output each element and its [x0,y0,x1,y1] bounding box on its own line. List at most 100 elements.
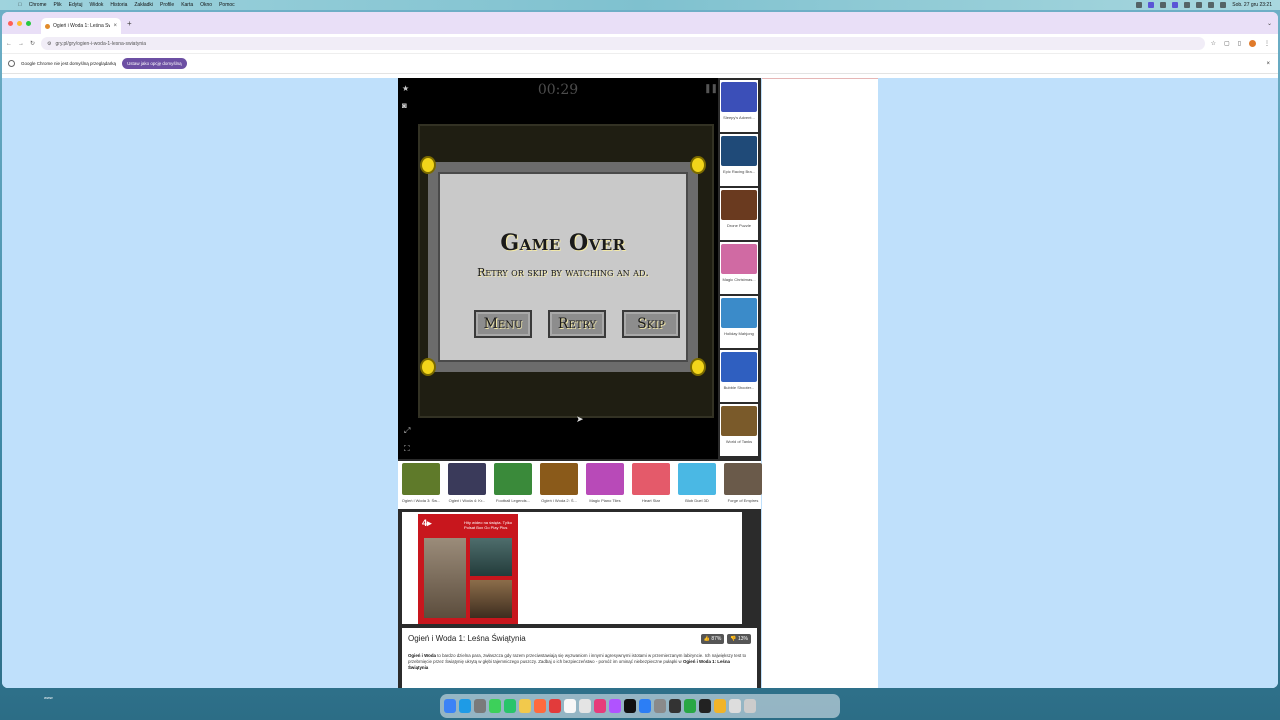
app-icon[interactable] [699,699,711,713]
back-icon[interactable]: ← [6,41,12,47]
bottom-game-card[interactable]: Ogień i Woda 3: Św... [400,463,442,507]
calendar-icon[interactable] [549,699,561,713]
new-tab-icon[interactable]: + [127,19,132,28]
game-thumbnail[interactable] [721,244,757,274]
game-thumbnail[interactable] [540,463,578,495]
game-thumbnail[interactable] [632,463,670,495]
minimize-window-button[interactable] [17,20,22,26]
trash-icon[interactable] [744,699,756,713]
desktop-label[interactable]: www [44,695,53,700]
sidebar-icon[interactable]: ▯ [1238,40,1241,47]
side-game-card[interactable]: Magic Christmas... [720,242,758,294]
like-button[interactable]: 👍 87% [700,634,725,644]
site-info-icon[interactable]: ⚙ [47,41,51,47]
game-thumbnail[interactable] [721,352,757,382]
url-text[interactable]: gry.pl/gry/ogien-i-woda-1-lesna-swiatyni… [56,41,147,47]
game-label[interactable]: Drone Puzzle [721,223,757,228]
menu-karta[interactable]: Karta [181,2,193,8]
gamepad-icon[interactable]: ◙ [402,101,409,110]
close-tab-icon[interactable]: × [113,23,117,29]
menu-profile[interactable]: Profile [160,2,174,8]
bottom-game-card[interactable]: Forge of Empires [722,463,764,507]
bottom-game-card[interactable]: Ogień i Woda 4: Kr... [446,463,488,507]
status-icon[interactable] [1160,2,1167,8]
photos-icon[interactable] [534,699,546,713]
game-label[interactable]: Heart Star [630,498,672,503]
fullscreen-icon[interactable]: ⛶ [404,444,410,454]
favorite-star-icon[interactable]: ★ [402,84,409,93]
launchpad-icon[interactable] [474,699,486,713]
notes-icon[interactable] [519,699,531,713]
extensions-icon[interactable]: ▢ [1224,40,1230,47]
game-thumbnail[interactable] [721,136,757,166]
terminal-icon[interactable] [669,699,681,713]
profile-avatar[interactable] [1249,40,1256,47]
menu-plik[interactable]: Plik [54,2,62,8]
game-thumbnail[interactable] [586,463,624,495]
ad-banner[interactable]: 4▸ Hity wideo na święta. Tylko Polsat Bo… [418,514,518,624]
finder-icon[interactable] [444,699,456,713]
side-game-card[interactable]: Holiday Mahjong [720,296,758,348]
settings-icon[interactable] [654,699,666,713]
game-label[interactable]: World of Tanks [721,439,757,444]
bookmark-star-icon[interactable]: ☆ [1211,40,1216,47]
menu-widok[interactable]: Widok [90,2,104,8]
game-thumbnail[interactable] [724,463,762,495]
status-icon[interactable] [1136,2,1143,8]
side-game-card[interactable]: Sleepy's Advent... [720,80,758,132]
podcasts-icon[interactable] [609,699,621,713]
resize-icon[interactable]: ⤢ [404,426,410,436]
retry-button[interactable]: Retry [548,310,606,338]
wifi-icon[interactable] [1196,2,1203,8]
game-label[interactable]: Sleepy's Advent... [721,115,757,120]
skip-button[interactable]: Skip [622,310,680,338]
forward-icon[interactable]: → [18,41,24,47]
game-frame[interactable]: ★ ◙ 00:29 ❚❚ Game Over Retry or skip by … [398,78,718,459]
game-label[interactable]: Holiday Mahjong [721,331,757,336]
menu-okno[interactable]: Okno [200,2,212,8]
bottom-game-card[interactable]: Football Legends... [492,463,534,507]
game-label[interactable]: Epic Racing Bra... [721,169,757,174]
game-label[interactable]: Bubble Shooter... [721,385,757,390]
battery-icon[interactable] [1184,2,1191,8]
game-label[interactable]: Football Legends... [492,498,534,503]
pause-icon[interactable]: ❚❚ [704,83,718,94]
game-thumbnail[interactable] [721,82,757,112]
game-label[interactable]: Blob Duel 3D [676,498,718,503]
game-thumbnail[interactable] [721,190,757,220]
address-bar[interactable]: ⚙ gry.pl/gry/ogien-i-woda-1-lesna-swiaty… [41,37,1205,50]
chevron-down-icon[interactable]: ⌄ [1267,20,1272,27]
bottom-game-card[interactable]: Blob Duel 3D [676,463,718,507]
bottom-game-card[interactable]: Ogień i Woda 2: Ś... [538,463,580,507]
game-thumbnail[interactable] [678,463,716,495]
game-label[interactable]: Ogień i Woda 2: Ś... [538,498,580,503]
tab-active[interactable]: Ogień i Woda 1: Leśna Świątynia × [41,18,121,34]
downloads-icon[interactable] [729,699,741,713]
app-store-icon[interactable] [639,699,651,713]
chrome-icon[interactable] [714,699,726,713]
game-thumbnail[interactable] [721,406,757,436]
side-game-card[interactable]: Drone Puzzle [720,188,758,240]
apple-icon[interactable]:  [18,2,22,8]
status-icon[interactable] [1148,2,1155,8]
bottom-game-card[interactable]: Heart Star [630,463,672,507]
facetime-icon[interactable] [504,699,516,713]
menu-zakladki[interactable]: Zakładki [134,2,153,8]
music-icon[interactable] [594,699,606,713]
bottom-game-card[interactable]: Magic Piano Tiles [584,463,626,507]
reminders-icon[interactable] [564,699,576,713]
game-label[interactable]: Ogień i Woda 3: Św... [400,498,442,503]
maximize-window-button[interactable] [26,20,31,26]
close-infobar-icon[interactable]: × [1266,61,1270,67]
game-thumbnail[interactable] [448,463,486,495]
menu-pomoc[interactable]: Pomoc [219,2,235,8]
search-icon[interactable] [1208,2,1215,8]
side-game-card[interactable]: Epic Racing Bra... [720,134,758,186]
side-game-card[interactable]: Bubble Shooter... [720,350,758,402]
tv-icon[interactable] [624,699,636,713]
more-menu-icon[interactable]: ⋮ [1264,40,1270,47]
game-label[interactable]: Magic Christmas... [721,277,757,282]
game-thumbnail[interactable] [494,463,532,495]
menu-edytuj[interactable]: Edytuj [69,2,83,8]
close-window-button[interactable] [8,20,13,26]
